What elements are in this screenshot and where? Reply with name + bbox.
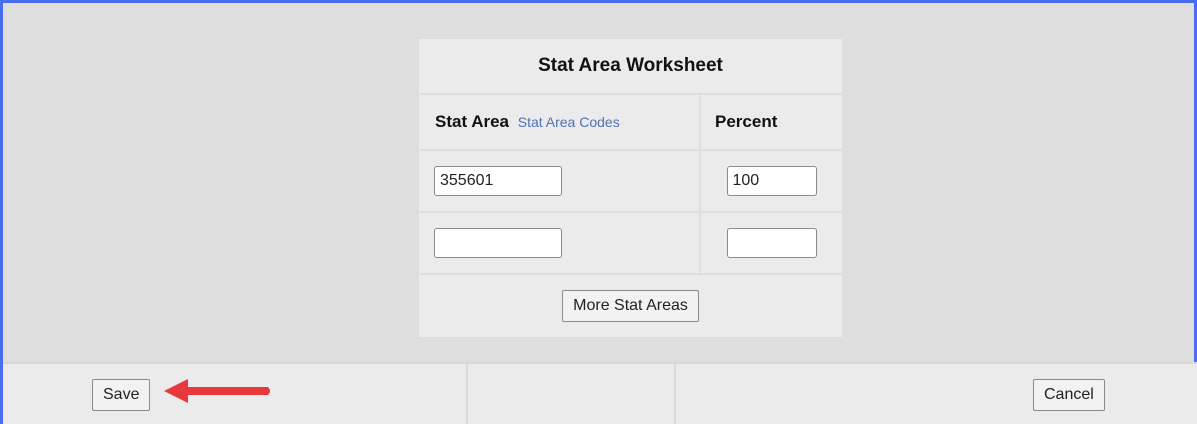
- dialog-frame: Stat Area Worksheet Stat Area Stat Area …: [0, 0, 1197, 424]
- percent-cell-2: [701, 213, 842, 275]
- worksheet-title: Stat Area Worksheet: [419, 39, 842, 95]
- stat-area-cell-2: [419, 213, 701, 275]
- red-arrow-icon: [164, 379, 270, 403]
- stat-area-cell-1: [419, 151, 701, 213]
- cancel-button[interactable]: Cancel: [1033, 379, 1105, 411]
- percent-header: Percent: [701, 95, 842, 151]
- percent-input-1[interactable]: [726, 166, 817, 196]
- stat-area-input-1[interactable]: [434, 166, 562, 196]
- stat-area-codes-link[interactable]: Stat Area Codes: [518, 114, 620, 130]
- stat-area-worksheet: Stat Area Worksheet Stat Area Stat Area …: [419, 39, 842, 339]
- footer-divider: [674, 364, 676, 424]
- percent-cell-1: [701, 151, 842, 213]
- stat-area-input-2[interactable]: [434, 228, 562, 258]
- percent-input-2[interactable]: [726, 228, 817, 258]
- more-stat-areas-cell: More Stat Areas: [419, 275, 842, 339]
- stat-area-header: Stat Area: [435, 112, 510, 131]
- save-button[interactable]: Save: [92, 379, 151, 411]
- footer-divider: [466, 364, 468, 424]
- more-stat-areas-button[interactable]: More Stat Areas: [562, 290, 699, 322]
- stat-area-header-cell: Stat Area Stat Area Codes: [419, 95, 701, 151]
